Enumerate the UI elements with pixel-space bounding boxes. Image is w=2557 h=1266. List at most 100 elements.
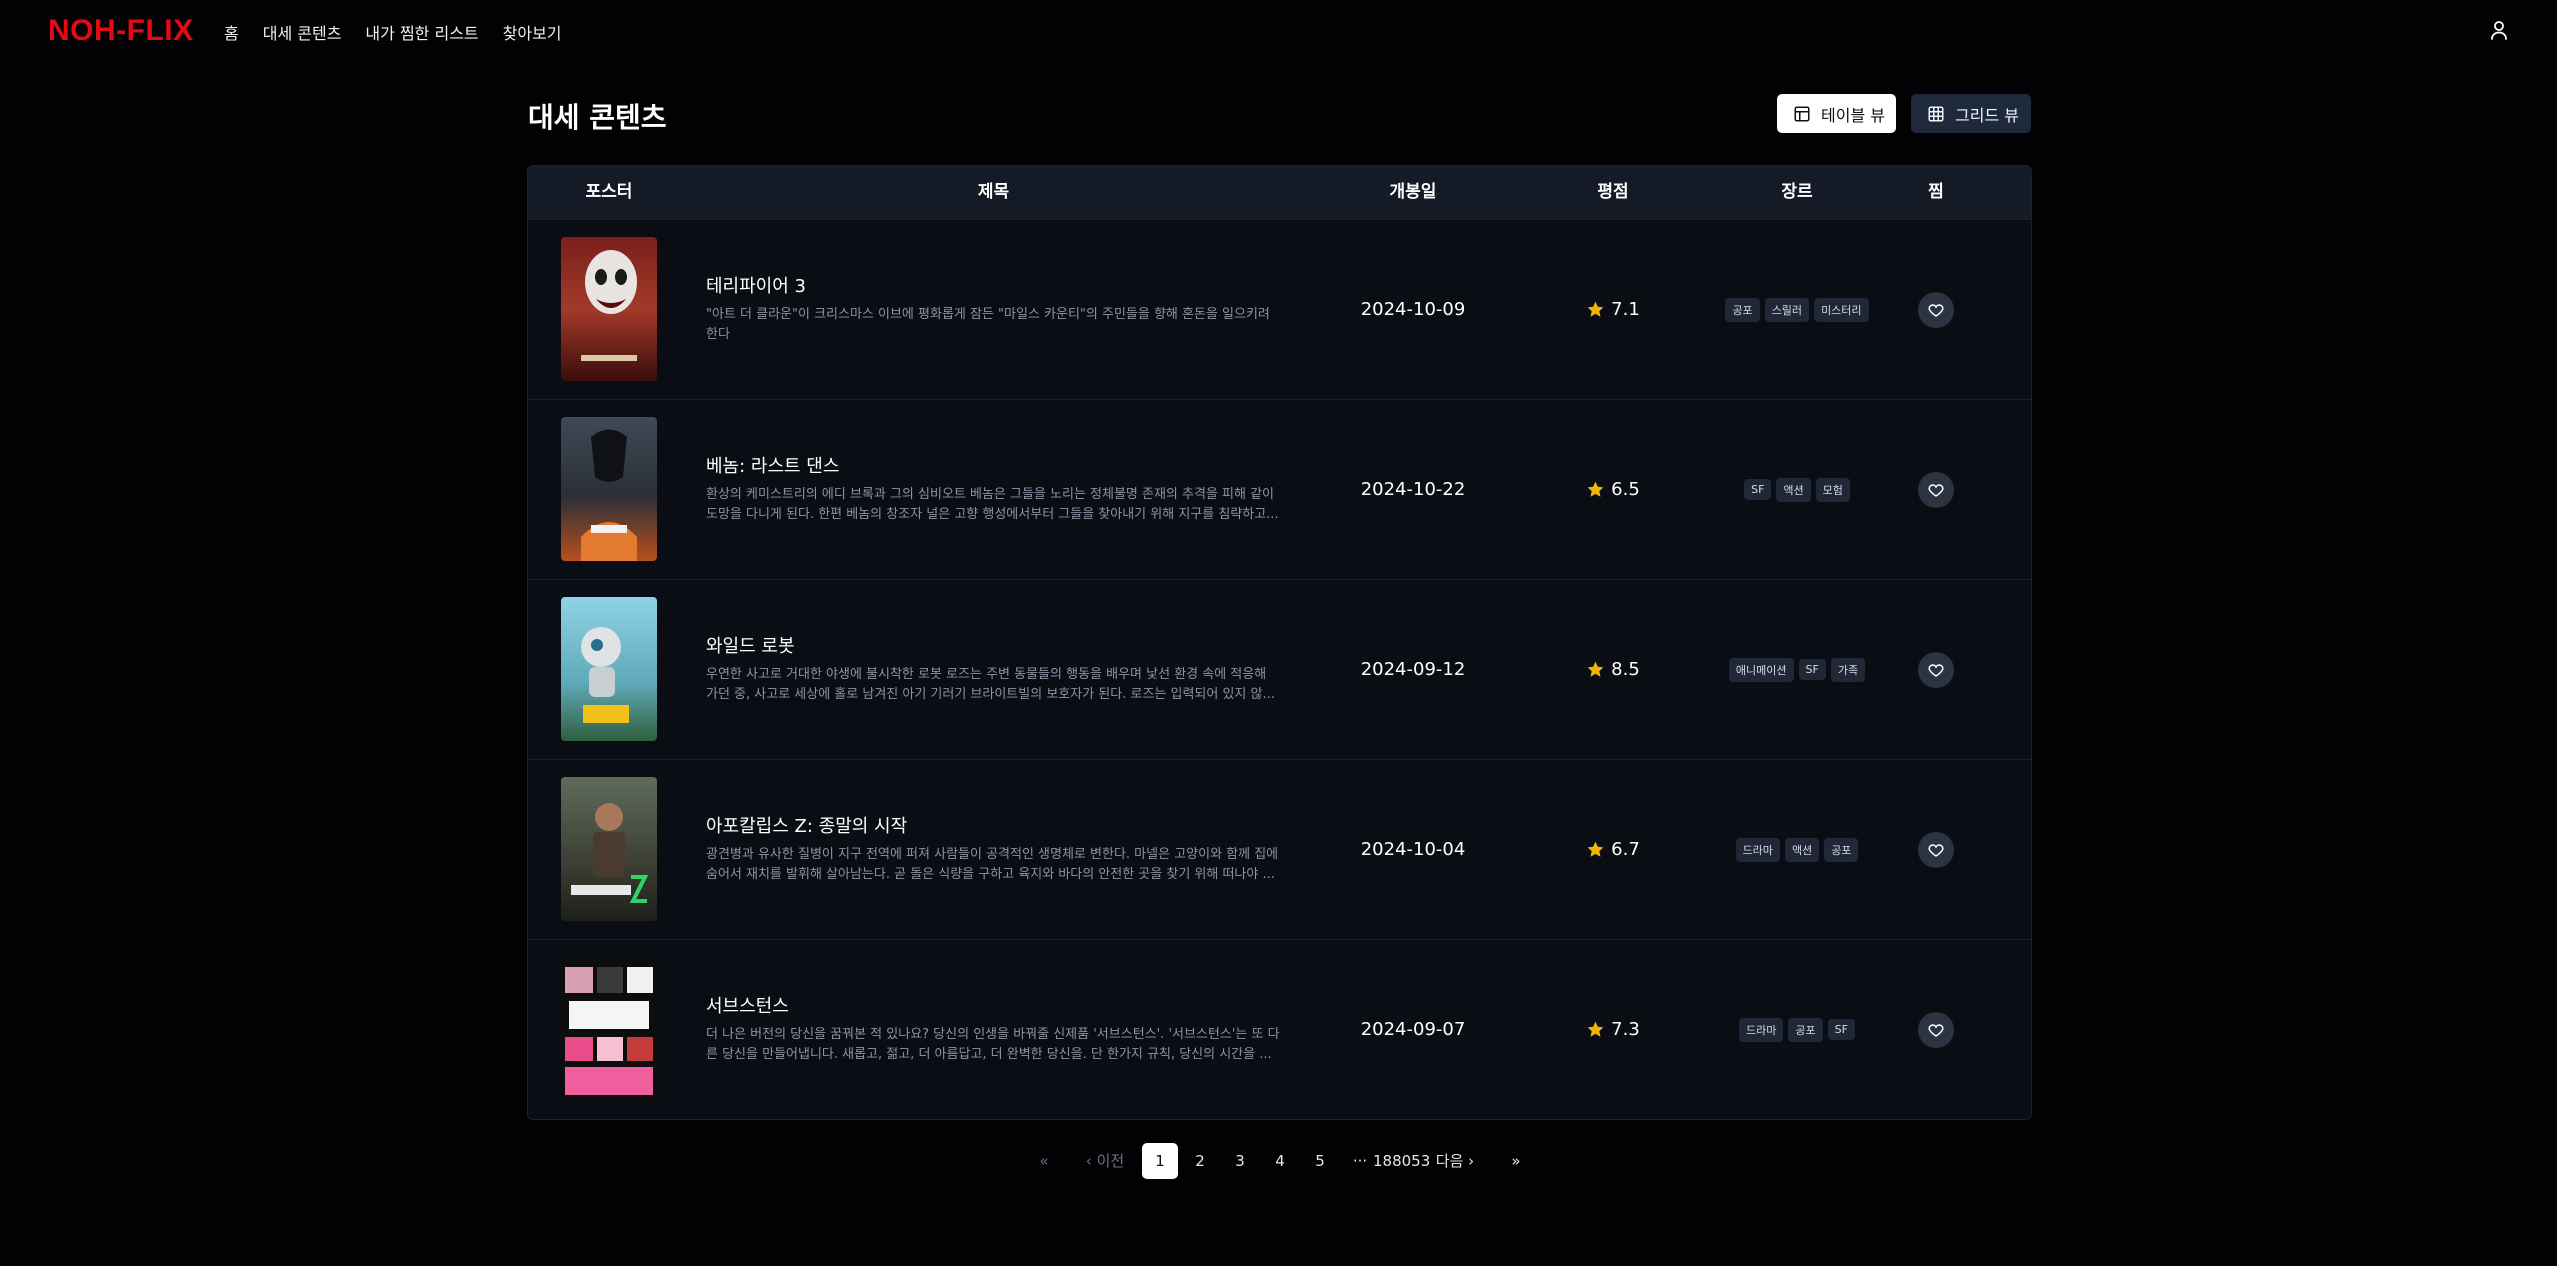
poster-image[interactable] <box>561 237 657 381</box>
star-icon <box>1587 661 1604 677</box>
movie-title[interactable]: 와일드 로봇 <box>706 632 795 658</box>
nav-links: 홈 대세 콘텐츠 내가 찜한 리스트 찾아보기 <box>224 20 562 44</box>
favorite-button[interactable] <box>1918 832 1954 868</box>
favorite-button[interactable] <box>1918 1012 1954 1048</box>
movie-title[interactable]: 베놈: 라스트 댄스 <box>706 452 839 478</box>
last-page-number[interactable]: 188053 <box>1373 1143 1430 1179</box>
genre-badge: 공포 <box>1725 297 1760 322</box>
chevron-right-icon: › <box>1463 1152 1475 1170</box>
table-icon <box>1794 106 1810 121</box>
genre-badge: 액션 <box>1776 477 1811 502</box>
rating: 7.3 <box>1558 940 1668 1119</box>
rating-value: 6.7 <box>1611 839 1640 860</box>
table-row[interactable]: 아포칼립스 Z: 종말의 시작 광견병과 유사한 질병이 지구 전역에 퍼져 사… <box>528 759 2031 939</box>
table-view-label: 테이블 뷰 <box>1821 105 1885 125</box>
page-button-4[interactable]: 4 <box>1268 1143 1292 1179</box>
heart-icon <box>1928 484 1944 497</box>
chevron-left-icon: ‹ <box>1085 1152 1097 1170</box>
genre-badge: 드라마 <box>1735 837 1780 862</box>
star-icon <box>1587 1021 1604 1037</box>
page-button-1[interactable]: 1 <box>1142 1143 1178 1179</box>
header-release: 개봉일 <box>1389 182 1437 202</box>
rating: 7.1 <box>1558 220 1668 399</box>
star-icon <box>1587 301 1604 317</box>
genre-badge: 스릴러 <box>1764 297 1810 322</box>
table-row[interactable]: 서브스턴스 더 나은 버전의 당신을 꿈꿔본 적 있나요? 당신의 인생을 바꿔… <box>528 939 2031 1119</box>
star-icon <box>1587 481 1604 497</box>
rating-value: 6.5 <box>1611 479 1640 500</box>
poster-image[interactable] <box>561 417 657 561</box>
genre-badge: 액션 <box>1784 837 1820 862</box>
heart-icon <box>1928 664 1944 677</box>
header-poster: 포스터 <box>585 182 633 202</box>
movie-description: "아트 더 클라운"이 크리스마스 이브에 평화롭게 잠든 "마일스 카운티"의… <box>706 307 1270 342</box>
table-row[interactable]: 테리파이어 3 "아트 더 클라운"이 크리스마스 이브에 평화롭게 잠든 "마… <box>528 219 2031 399</box>
genre-badge: 모험 <box>1815 477 1850 502</box>
release-date: 2024-10-09 <box>1360 299 1466 320</box>
table-row[interactable]: 베놈: 라스트 댄스 환상의 케미스트리의 에디 브록과 그의 심비오트 베놈은… <box>528 399 2031 579</box>
header-genre: 장르 <box>1781 182 1813 202</box>
genre-badge: SF <box>1798 659 1826 680</box>
rating-value: 7.1 <box>1611 299 1640 320</box>
poster-image[interactable] <box>561 777 657 921</box>
grid-icon <box>1928 106 1944 121</box>
heart-icon <box>1928 844 1944 857</box>
heart-icon <box>1928 304 1944 317</box>
genre-list: SF 액션 모험 <box>1658 400 1936 579</box>
header-rating: 평점 <box>1597 182 1629 202</box>
poster-image[interactable] <box>561 957 657 1101</box>
page-button-2[interactable]: 2 <box>1188 1143 1212 1179</box>
movie-table: 포스터 제목 개봉일 평점 장르 찜 테리파이어 3 "아트 더 클라운"이 크… <box>527 165 2032 1120</box>
next-label: 다음 <box>1435 1152 1464 1170</box>
table-view-button[interactable]: 테이블 뷰 <box>1777 94 1896 133</box>
last-page-button[interactable]: » <box>1504 1143 1528 1179</box>
header-title: 제목 <box>977 182 1010 202</box>
star-icon <box>1587 841 1604 857</box>
favorite-button[interactable] <box>1918 292 1954 328</box>
grid-view-label: 그리드 뷰 <box>1955 105 2019 125</box>
prev-label: 이전 <box>1096 1152 1125 1170</box>
genre-badge: SF <box>1827 1019 1855 1040</box>
movie-title[interactable]: 서브스턴스 <box>706 992 789 1018</box>
movie-description: 더 나은 버전의 당신을 꿈꿔본 적 있나요? 당신의 인생을 바꿔줄 신제품 … <box>706 1027 1280 1062</box>
rating: 6.5 <box>1558 400 1668 579</box>
page-button-3[interactable]: 3 <box>1228 1143 1252 1179</box>
rating-value: 8.5 <box>1611 659 1640 680</box>
genre-badge: 가족 <box>1830 657 1866 682</box>
table-row[interactable]: 와일드 로봇 우연한 사고로 거대한 야생에 불시착한 로봇 로즈는 주변 동물… <box>528 579 2031 759</box>
genre-badge: 애니메이션 <box>1728 657 1794 682</box>
genre-badge: 미스터리 <box>1814 297 1869 322</box>
nav-link-trending[interactable]: 대세 콘텐츠 <box>263 20 342 44</box>
genre-badge: SF <box>1744 479 1772 500</box>
nav-link-my-list[interactable]: 내가 찜한 리스트 <box>365 20 478 44</box>
genre-list: 애니메이션 SF 가족 <box>1658 580 1936 759</box>
rating-value: 7.3 <box>1611 1019 1640 1040</box>
nav-link-home[interactable]: 홈 <box>224 20 239 44</box>
genre-badge: 드라마 <box>1739 1017 1784 1042</box>
page-title: 대세 콘텐츠 <box>528 101 667 134</box>
rating: 8.5 <box>1558 580 1668 759</box>
release-date: 2024-10-04 <box>1360 839 1466 860</box>
top-navbar: NOH-FLIX 홈 대세 콘텐츠 내가 찜한 리스트 찾아보기 <box>0 0 2557 62</box>
genre-list: 드라마 액션 공포 <box>1658 760 1936 939</box>
header-favorite: 찜 <box>1928 182 1944 202</box>
grid-view-button[interactable]: 그리드 뷰 <box>1911 94 2031 133</box>
poster-image[interactable] <box>561 597 657 741</box>
genre-badge: 공포 <box>1788 1017 1823 1042</box>
user-icon[interactable] <box>2487 18 2511 42</box>
movie-title[interactable]: 테리파이어 3 <box>706 272 806 298</box>
prev-page-button[interactable]: ‹ 이전 <box>1080 1143 1130 1179</box>
release-date: 2024-10-22 <box>1360 479 1466 500</box>
movie-title[interactable]: 아포칼립스 Z: 종말의 시작 <box>706 812 907 838</box>
brand-logo[interactable]: NOH-FLIX <box>48 14 194 48</box>
favorite-button[interactable] <box>1918 472 1954 508</box>
favorite-button[interactable] <box>1918 652 1954 688</box>
movie-description: 광견병과 유사한 질병이 지구 전역에 퍼져 사람들이 공격적인 생명체로 변한… <box>706 847 1279 882</box>
first-page-button[interactable]: « <box>1032 1143 1056 1179</box>
next-page-button[interactable]: 다음 › <box>1432 1143 1478 1179</box>
page-button-5[interactable]: 5 <box>1308 1143 1332 1179</box>
movie-description: 환상의 케미스트리의 에디 브록과 그의 심비오트 베놈은 그들을 노리는 정체… <box>706 487 1279 522</box>
heart-icon <box>1928 1024 1944 1037</box>
rating: 6.7 <box>1558 760 1668 939</box>
nav-link-browse[interactable]: 찾아보기 <box>503 20 562 44</box>
